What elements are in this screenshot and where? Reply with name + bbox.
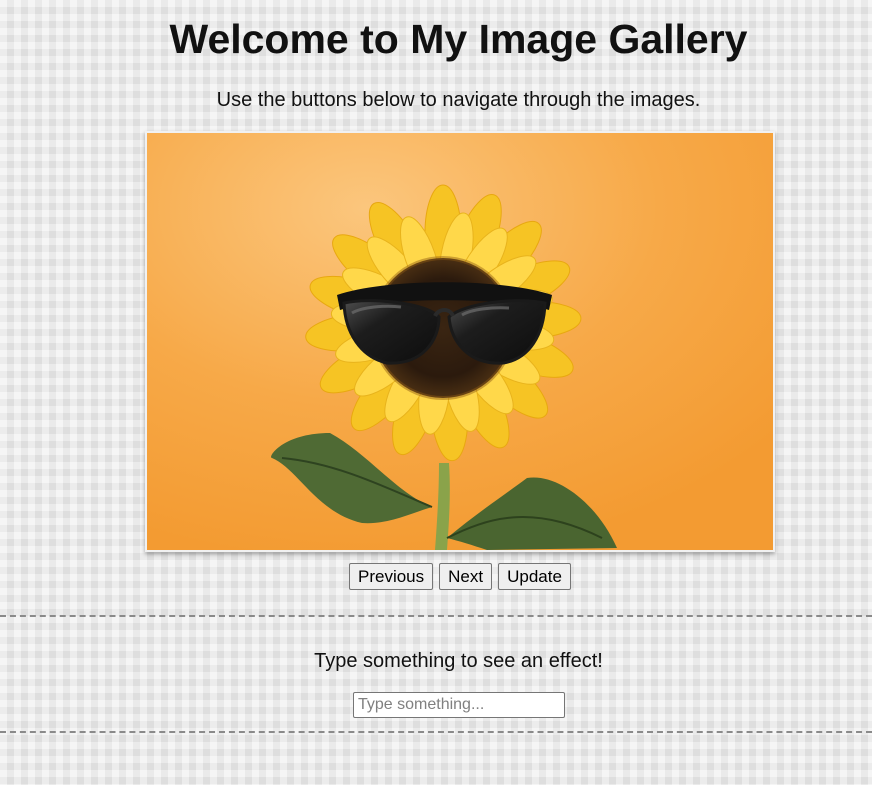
page-title: Welcome to My Image Gallery <box>169 16 748 62</box>
section-divider-top <box>0 615 872 617</box>
gallery-image <box>147 133 773 550</box>
section-divider-bottom <box>0 731 872 733</box>
effect-input[interactable] <box>353 692 565 718</box>
previous-button[interactable]: Previous <box>349 563 434 590</box>
update-button[interactable]: Update <box>498 563 571 590</box>
gallery-page: Welcome to My Image Gallery Use the butt… <box>0 0 872 785</box>
gallery-image-frame <box>145 131 775 552</box>
effect-prompt: Type something to see an effect! <box>314 650 603 672</box>
next-button[interactable]: Next <box>439 563 493 590</box>
page-subtitle: Use the buttons below to navigate throug… <box>216 89 701 111</box>
gallery-controls: Previous Next Update <box>349 563 571 590</box>
